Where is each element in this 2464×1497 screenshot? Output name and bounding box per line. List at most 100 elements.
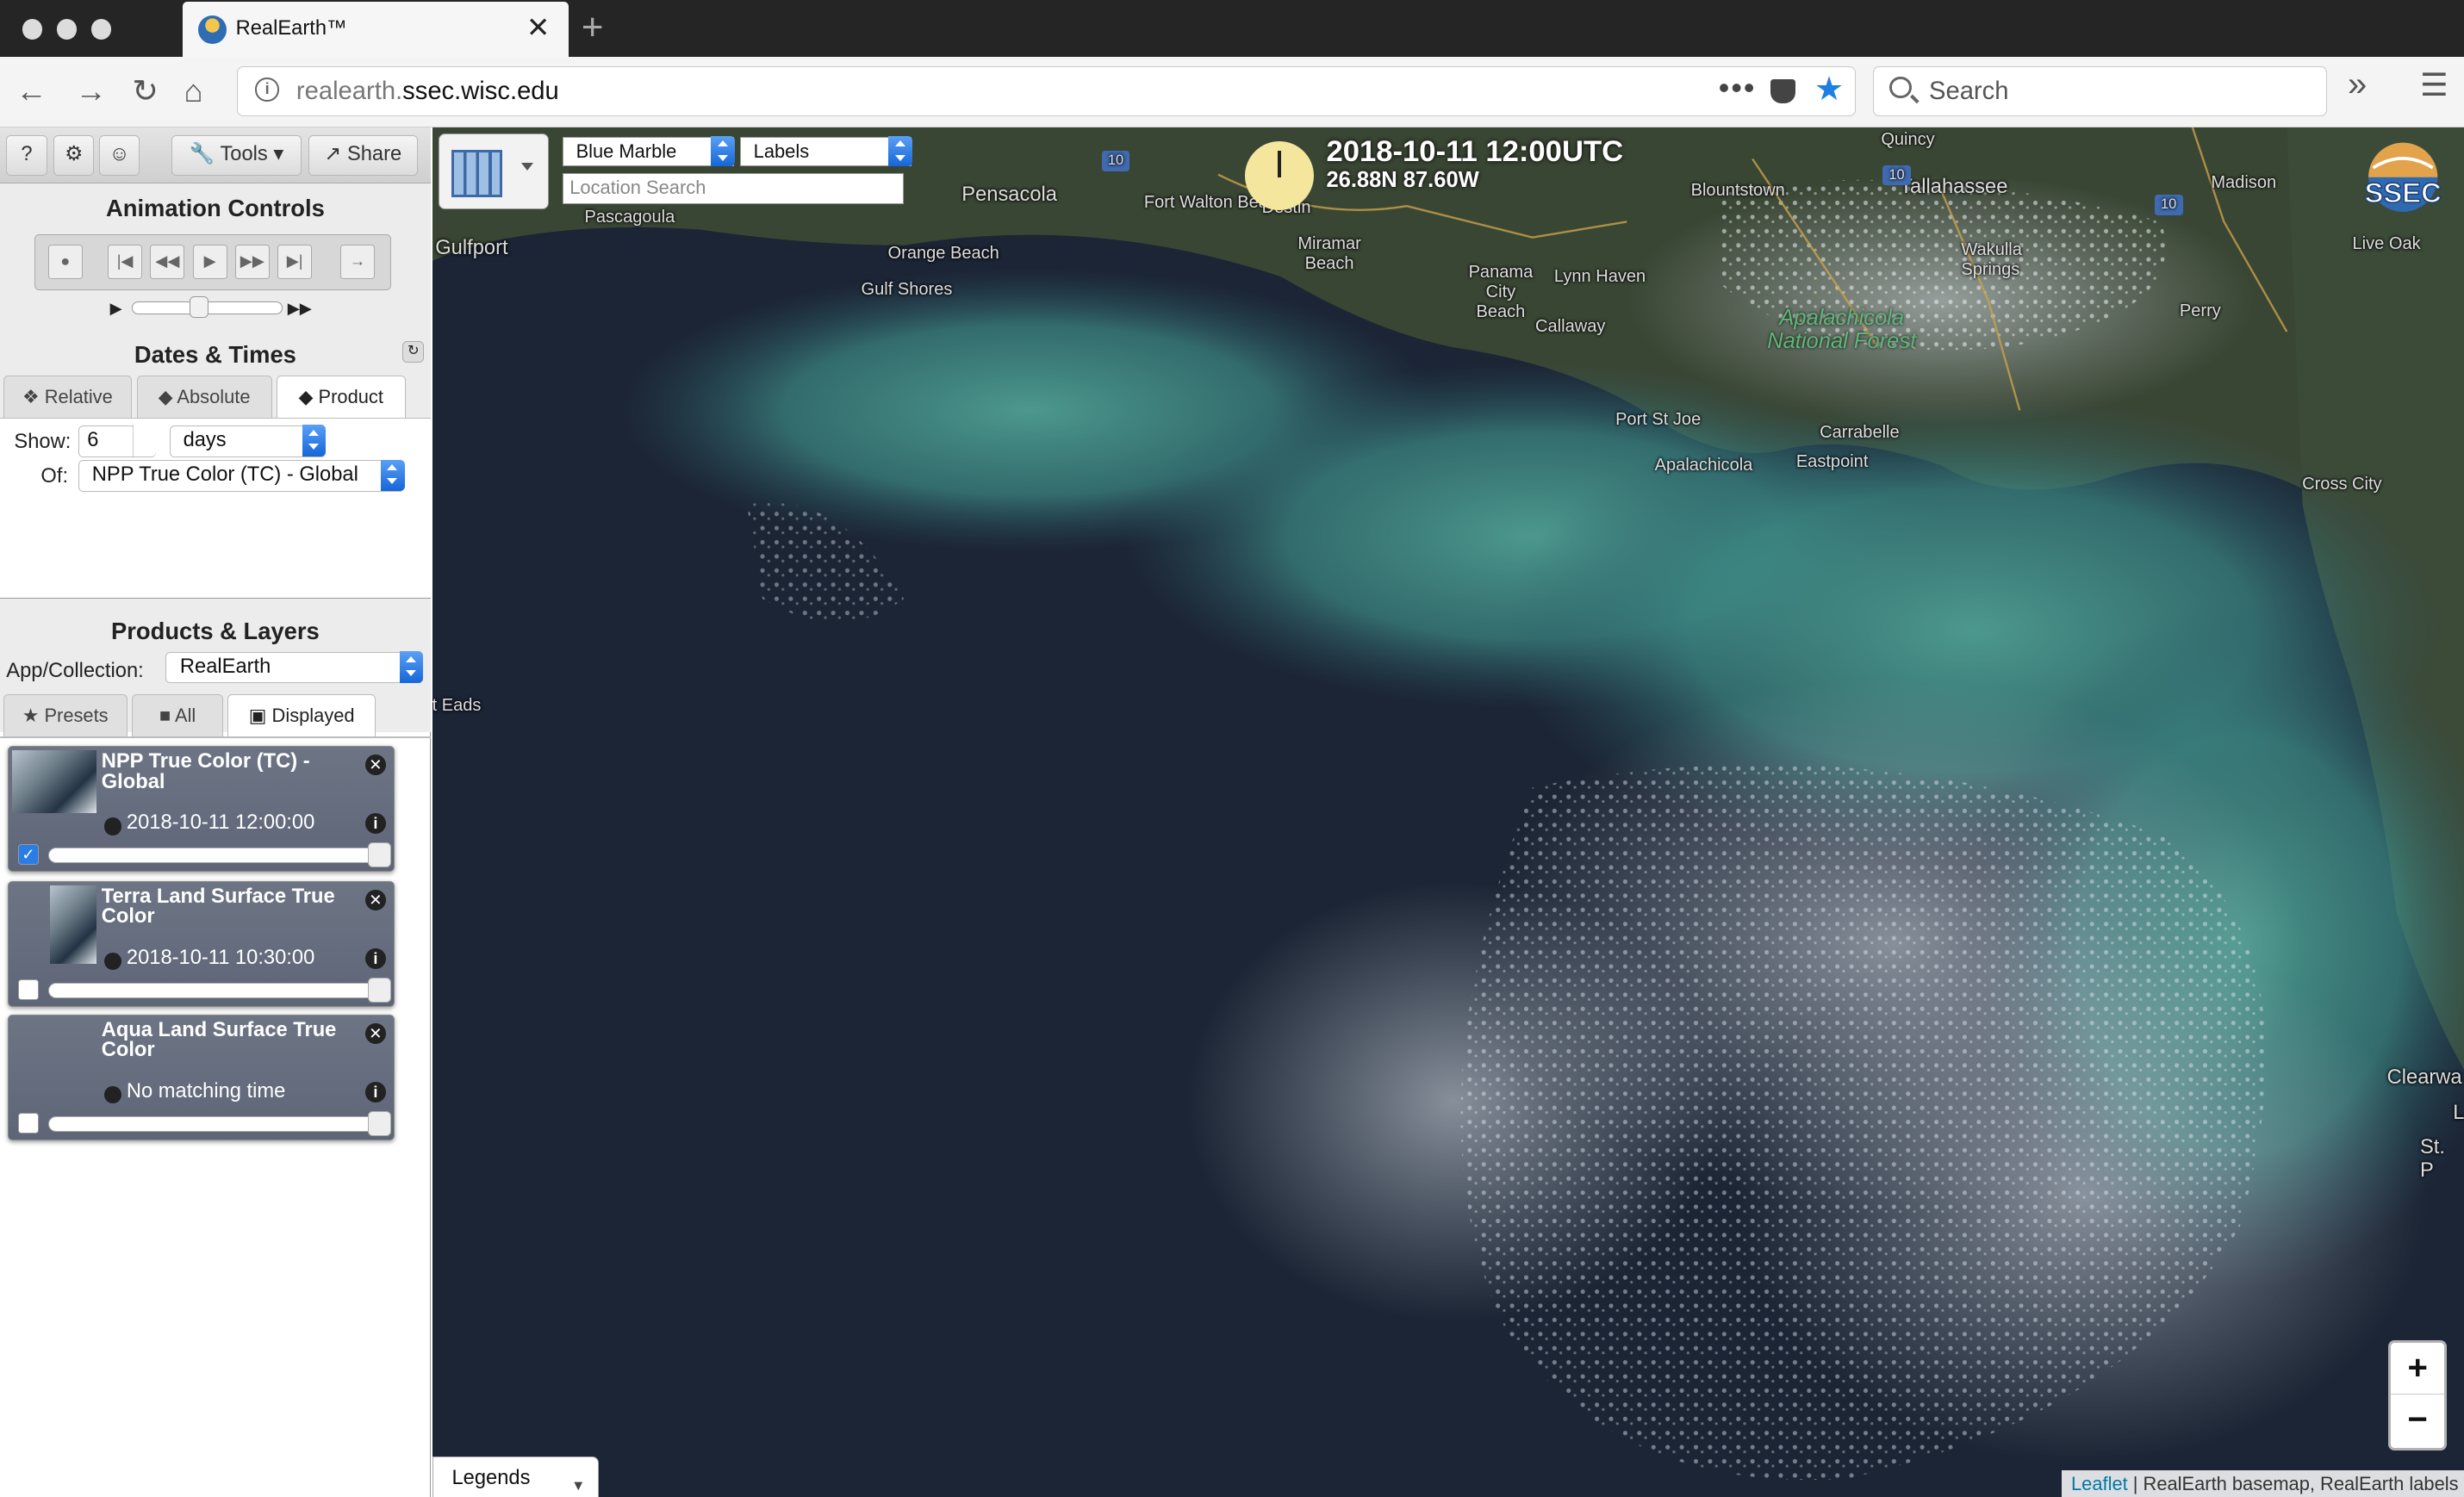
zoom-out-button[interactable]: − [2391,1395,2443,1446]
place-label: Miramar Beach [1297,233,1361,273]
address-bar[interactable]: i realearth.ssec.wisc.edu ••• ★ [237,65,1857,116]
close-window-button[interactable] [22,18,43,40]
home-icon[interactable]: ⌂ [184,71,202,111]
place-label: Pascagoula [584,207,675,227]
remove-layer-icon[interactable]: ✕ [365,890,386,911]
tools-button[interactable]: 🔧 Tools ▾ [171,134,302,177]
browser-search-input[interactable]: Search [1873,65,2328,116]
sync-icon[interactable]: ↻ [401,340,425,363]
tools-label: Tools [220,142,268,165]
layer-card[interactable]: Aqua Land Surface True Color ✕ No matchi… [8,1015,395,1141]
site-info-icon[interactable]: i [255,78,279,102]
dates-times-title: Dates & Times [134,340,296,368]
remove-layer-icon[interactable]: ✕ [365,755,386,776]
place-label: Lynn Haven [1553,267,1646,287]
place-label: Carrabelle [1820,422,1900,442]
bookmark-star-icon[interactable]: ★ [1814,70,1844,109]
place-label: L [2453,1101,2464,1124]
toolbar-overflow-icon[interactable]: » [2348,65,2367,104]
tag-icon: ◆ [298,385,314,407]
tab-product[interactable]: ◆ Product [277,375,406,419]
zoom-in-button[interactable]: + [2391,1343,2444,1395]
layer-name: NPP True Color (TC) - Global [101,749,310,793]
opacity-slider-handle[interactable] [367,842,392,867]
tab-displayed[interactable]: ▣ Displayed [227,694,376,737]
share-button[interactable]: ↗ Share [308,134,419,177]
help-button[interactable]: ? [6,134,47,177]
tab-title: RealEarth™ [235,17,347,40]
url-text[interactable]: realearth.ssec.wisc.edu [296,78,559,106]
tab-close-icon[interactable]: ✕ [526,11,551,44]
layer-visible-checkbox[interactable] [18,1113,39,1134]
fast-speed-icon: ▶▶ [287,298,312,317]
animation-speed-icon[interactable]: ● [47,244,83,279]
basemap-select[interactable]: Blue Marble [562,135,735,167]
tab-relative[interactable]: ❖ Relative [3,375,133,419]
layer-info-icon[interactable]: i [365,947,386,969]
new-tab-button[interactable]: + [582,6,604,49]
opacity-slider-handle[interactable] [367,1110,392,1136]
layer-visible-checkbox[interactable] [18,979,39,1001]
last-frame-icon[interactable]: ▶| [277,244,313,279]
step-back-icon[interactable]: ◀◀ [150,244,185,279]
browser-tab-realearth[interactable]: RealEarth™ ✕ [182,1,569,57]
basemap-layer-button[interactable] [438,134,549,209]
play-icon[interactable]: ▶ [192,244,227,279]
page-actions-icon[interactable]: ••• [1719,70,1757,106]
settings-button[interactable]: ⚙ [53,134,95,177]
layer-card[interactable]: NPP True Color (TC) - Global ✕ 2018-10-1… [8,746,395,873]
layer-name: Terra Land Surface True Color [101,885,335,929]
minimize-window-button[interactable] [56,18,78,40]
location-search-input[interactable]: Location Search [562,172,904,205]
back-arrow-icon[interactable]: ← [16,71,47,111]
sidebar: ? ⚙ ☺ 🔧 Tools ▾ ↗ Share Animation Contro… [0,127,431,1497]
map-viewport[interactable]: Gulfport Pascagoula Pensacola Fort Walto… [432,127,2464,1497]
forward-arrow-icon[interactable]: → [76,71,107,111]
step-forward-icon[interactable]: ▶▶ [234,244,270,279]
place-label: t Eads [432,696,482,716]
tab-absolute[interactable]: ◆ Absolute [136,375,272,419]
layer-card[interactable]: Terra Land Surface True Color ✕ 2018-10-… [8,881,395,1008]
layer-opacity-slider[interactable] [47,977,392,1003]
collection-label: App/Collection: [6,660,144,683]
layer-name: Aqua Land Surface True Color [101,1018,337,1062]
of-label: Of: [40,464,69,488]
of-product-select[interactable]: NPP True Color (TC) - Global [78,459,405,492]
place-label: Tallahassee [1900,176,2008,199]
legends-toggle[interactable]: Legends ▼ [432,1456,599,1497]
maximize-window-button[interactable] [90,18,112,40]
menu-hamburger-icon[interactable]: ☰ [2420,66,2448,103]
layer-opacity-slider[interactable] [47,842,392,867]
share-icon: ↗ [324,142,342,165]
collection-select[interactable]: RealEarth [165,651,424,684]
image-icon: ▣ [248,705,267,727]
leaflet-link[interactable]: Leaflet [2071,1473,2128,1494]
layer-visible-checkbox[interactable]: ✓ [18,844,39,866]
tab-presets[interactable]: ★ Presets [3,694,128,737]
reload-icon[interactable]: ↻ [132,71,159,111]
user-button[interactable]: ☺ [98,134,140,177]
pocket-icon[interactable] [1770,79,1795,103]
ssec-logo[interactable]: SSEC [2351,140,2455,218]
show-count-input[interactable]: 6 [78,425,157,457]
ssec-logo-text: SSEC [2364,177,2441,208]
remove-layer-icon[interactable]: ✕ [365,1023,386,1045]
animation-speed-slider[interactable] [132,295,283,319]
satellite-imagery [432,127,2464,1497]
basemap-value: Blue Marble [576,140,677,162]
layer-info-icon[interactable]: i [365,1081,386,1103]
browser-navbar: ← → ↻ ⌂ i realearth.ssec.wisc.edu ••• ★ … [0,56,2464,127]
time-unit-select[interactable]: days [169,425,327,457]
labels-select[interactable]: Labels [740,135,912,167]
opacity-slider-handle[interactable] [367,977,392,1003]
layer-time: No matching time [126,1080,286,1103]
layer-opacity-slider[interactable] [47,1110,392,1136]
layer-time: 2018-10-11 12:00:00 [126,811,315,835]
layer-info-icon[interactable]: i [365,812,386,834]
loop-icon[interactable]: → [339,244,376,279]
count-stepper-icon[interactable] [133,425,157,457]
speed-slider-handle[interactable] [189,295,208,319]
tab-all[interactable]: ■ All [132,694,223,737]
first-frame-icon[interactable]: |◀ [108,244,143,279]
place-label: Blountstown [1690,180,1785,200]
